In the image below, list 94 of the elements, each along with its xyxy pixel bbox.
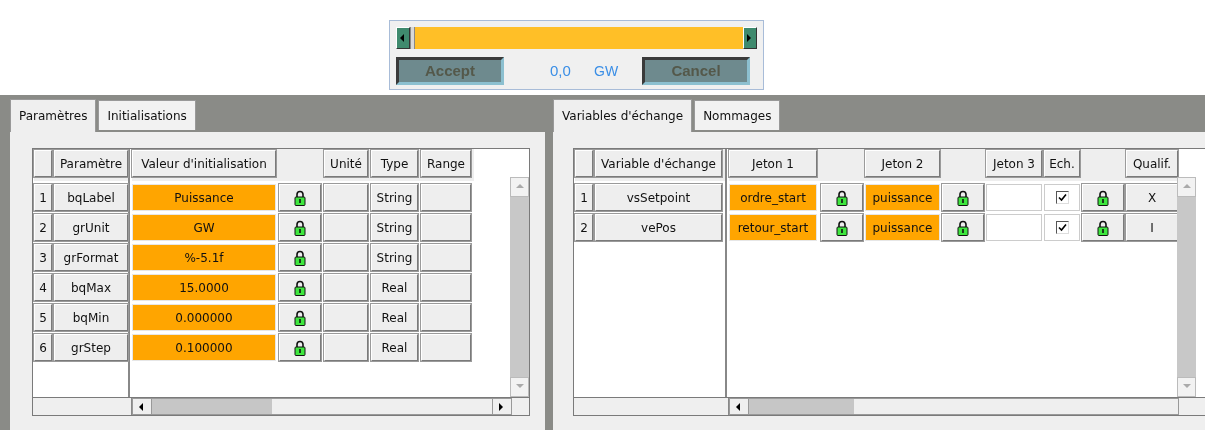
empty-cell	[986, 214, 1042, 241]
row-number: 4	[34, 274, 52, 301]
padlock-icon	[1097, 189, 1109, 206]
table-cell: I	[1126, 214, 1178, 241]
empty-cell	[421, 244, 471, 271]
column-header: Variable d'échange	[595, 150, 722, 177]
value-cell[interactable]: Puissance	[132, 184, 276, 211]
lock-button[interactable]	[279, 244, 321, 271]
scrollbar-thumb[interactable]	[749, 399, 854, 414]
table-cell: Real	[371, 304, 418, 331]
value-cell[interactable]: ordre_start	[729, 184, 817, 211]
row-number: 6	[34, 334, 52, 361]
table-cell: grStep	[54, 334, 128, 361]
row-number: 1	[575, 184, 593, 211]
value-cell[interactable]: puissance	[865, 184, 940, 211]
lock-button[interactable]	[1082, 214, 1124, 241]
column-header: Paramètre	[54, 150, 128, 177]
table-cell: bqLabel	[54, 184, 128, 211]
slider-thumb[interactable]	[410, 27, 415, 49]
table-cell: grUnit	[54, 214, 128, 241]
row-number: 5	[34, 304, 52, 331]
lock-button[interactable]	[821, 184, 863, 211]
value-text: 0,0	[550, 60, 572, 81]
lock-button[interactable]	[279, 334, 321, 361]
value-cell[interactable]: 0.100000	[132, 334, 276, 361]
column-header: Range	[421, 150, 471, 177]
table-cell: vsSetpoint	[595, 184, 722, 211]
empty-cell	[324, 274, 368, 301]
padlock-icon	[1097, 219, 1109, 236]
tab[interactable]: Variables d'échange	[553, 99, 693, 132]
lock-button[interactable]	[279, 184, 321, 211]
value-cell[interactable]: GW	[132, 214, 276, 241]
empty-cell	[324, 214, 368, 241]
column-header: Type	[371, 150, 418, 177]
padlock-icon	[294, 339, 306, 356]
padlock-icon	[836, 219, 848, 236]
table-cell: vePos	[595, 214, 722, 241]
padlock-icon	[957, 219, 969, 236]
empty-cell	[421, 214, 471, 241]
column-header: Ech.	[1044, 150, 1080, 177]
lock-button[interactable]	[279, 214, 321, 241]
table-cell: String	[371, 184, 418, 211]
table-cell: X	[1126, 184, 1178, 211]
empty-cell	[421, 304, 471, 331]
tab[interactable]: Nommages	[694, 100, 781, 130]
empty-cell	[324, 304, 368, 331]
value-cell[interactable]: %-5.1f	[132, 244, 276, 271]
padlock-icon	[294, 189, 306, 206]
tab[interactable]: Paramètres	[10, 99, 97, 132]
empty-cell	[324, 184, 368, 211]
padlock-icon	[957, 189, 969, 206]
column-header: Jeton 3	[986, 150, 1042, 177]
padlock-icon	[294, 249, 306, 266]
unit-text: GW	[594, 61, 620, 81]
table-cell: String	[371, 244, 418, 271]
lock-button[interactable]	[821, 214, 863, 241]
row-number: 1	[34, 184, 52, 211]
row-number: 2	[575, 214, 593, 241]
value-cell[interactable]: 0.000000	[132, 304, 276, 331]
padlock-icon	[294, 309, 306, 326]
row-number: 3	[34, 244, 52, 271]
lock-button[interactable]	[942, 184, 984, 211]
lock-button[interactable]	[279, 304, 321, 331]
empty-cell	[421, 274, 471, 301]
value-cell[interactable]: puissance	[865, 214, 940, 241]
empty-cell	[324, 244, 368, 271]
empty-cell	[324, 334, 368, 361]
lock-button[interactable]	[942, 214, 984, 241]
padlock-icon	[836, 189, 848, 206]
table-cell: bqMax	[54, 274, 128, 301]
table-cell: grFormat	[54, 244, 128, 271]
empty-cell	[421, 334, 471, 361]
column-header: Qualif.	[1126, 150, 1178, 177]
scrollbar-thumb[interactable]	[152, 399, 272, 414]
column-header: Jeton 2	[865, 150, 940, 177]
value-cell[interactable]: 15.0000	[132, 274, 276, 301]
table-cell: bqMin	[54, 304, 128, 331]
lock-button[interactable]	[1082, 184, 1124, 211]
column-header: Unité	[324, 150, 368, 177]
empty-cell	[986, 184, 1042, 211]
value-cell[interactable]: retour_start	[729, 214, 817, 241]
table-cell: Real	[371, 334, 418, 361]
table-cell: Real	[371, 274, 418, 301]
column-header: Valeur d'initialisation	[132, 150, 276, 177]
checkbox[interactable]	[1055, 221, 1069, 234]
row-number: 2	[34, 214, 52, 241]
table-cell: String	[371, 214, 418, 241]
column-header: Jeton 1	[729, 150, 817, 177]
padlock-icon	[294, 219, 306, 236]
lock-button[interactable]	[279, 274, 321, 301]
tab[interactable]: Initialisations	[98, 100, 196, 130]
checkbox[interactable]	[1055, 191, 1069, 204]
empty-cell	[421, 184, 471, 211]
padlock-icon	[294, 279, 306, 296]
